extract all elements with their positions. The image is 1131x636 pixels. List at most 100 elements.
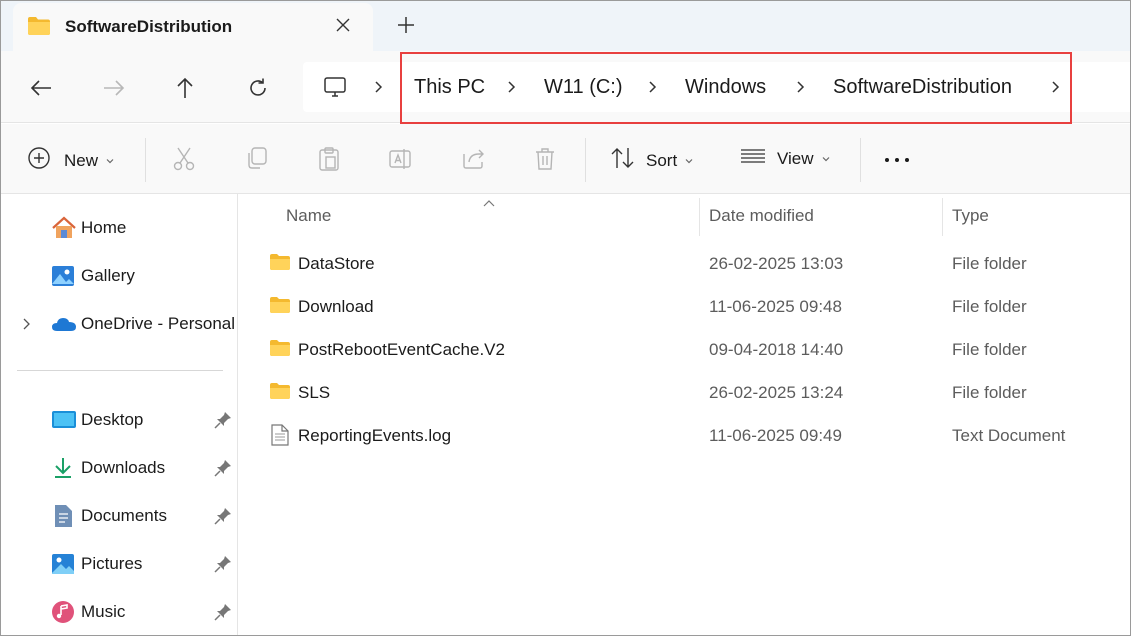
new-tab-icon[interactable] [395,14,417,41]
table-row[interactable]: Download 11-06-2025 09:48 File folder [238,286,1130,329]
sort-button[interactable]: Sort [610,146,694,175]
chevron-down-icon [684,153,694,171]
sidebar-divider [17,370,223,371]
sidebar-item-home[interactable]: Home [1,208,237,248]
close-tab-icon[interactable] [335,17,351,38]
folder-icon [269,338,291,363]
new-button-label: New [64,150,99,170]
folder-icon [27,16,51,41]
table-row[interactable]: ReportingEvents.log 11-06-2025 09:49 Tex… [238,415,1130,458]
gallery-icon [51,264,75,288]
new-button[interactable]: New [27,146,115,175]
toolbar-divider [585,138,586,182]
share-button[interactable] [461,146,487,175]
file-type: File folder [952,254,1027,273]
file-type: File folder [952,383,1027,402]
clipboard-icon [317,146,341,177]
file-name: SLS [298,383,331,402]
sort-button-label: Sort [646,150,678,170]
rename-icon [388,146,414,177]
scissors-icon [172,146,196,177]
file-date: 09-04-2018 14:40 [709,340,844,359]
chevron-right-icon[interactable] [373,77,385,102]
sort-ascending-icon [483,194,495,212]
sidebar-item-label: Home [81,218,127,237]
desktop-icon [51,408,76,432]
sidebar-item-label: OneDrive - Personal [81,314,235,333]
add-circle-icon [27,146,51,175]
more-dots-icon [883,146,911,175]
copy-icon [245,146,269,175]
documents-icon [51,504,75,528]
table-row[interactable]: DataStore 26-02-2025 13:03 File folder [238,243,1130,286]
sidebar-item-label: Gallery [81,266,135,285]
pin-icon[interactable] [214,507,232,530]
onedrive-cloud-icon [51,312,76,336]
cut-button[interactable] [172,146,196,177]
file-name: Download [298,297,374,316]
download-arrow-icon [51,456,75,480]
sidebar-item-pictures[interactable]: Pictures [1,544,237,584]
folder-icon [269,381,291,406]
music-icon [51,600,75,624]
file-type: File folder [952,340,1027,359]
sidebar-item-music[interactable]: Music [1,592,237,632]
chevron-right-icon[interactable] [21,317,31,336]
column-divider[interactable] [699,198,700,236]
sidebar-item-onedrive[interactable]: OneDrive - Personal [1,304,237,344]
sidebar-item-desktop[interactable]: Desktop [1,400,237,440]
view-button-label: View [777,148,814,168]
column-divider[interactable] [942,198,943,236]
chevron-down-icon [821,151,831,169]
home-icon [51,216,76,240]
this-pc-icon[interactable] [323,75,347,104]
sidebar-item-label: Downloads [81,458,166,477]
sidebar-item-label: Documents [81,506,167,525]
file-explorer-window: SoftwareDistribution This PC W11 (C:) Wi… [0,0,1131,636]
table-row[interactable]: SLS 26-02-2025 13:24 File folder [238,372,1130,415]
column-header-type[interactable]: Type [952,206,989,226]
copy-button[interactable] [245,146,269,175]
file-name: ReportingEvents.log [298,426,452,445]
pin-icon[interactable] [214,603,232,626]
view-lines-icon [740,146,766,171]
trash-icon [533,146,557,177]
sidebar-item-downloads[interactable]: Downloads [1,448,237,488]
column-header-date[interactable]: Date modified [709,206,814,226]
share-icon [461,146,487,175]
toolbar-divider [860,138,861,182]
up-arrow-icon[interactable] [172,75,198,101]
file-date: 26-02-2025 13:24 [709,383,844,402]
view-button[interactable]: View [740,146,831,171]
file-date: 26-02-2025 13:03 [709,254,844,273]
more-options-button[interactable] [883,146,911,175]
table-row[interactable]: PostRebootEventCache.V2 09-04-2018 14:40… [238,329,1130,372]
command-bar: New Sort View [1,124,1130,194]
sidebar-item-documents[interactable]: Documents [1,496,237,536]
text-file-icon [269,424,291,451]
sidebar-item-gallery[interactable]: Gallery [1,256,237,296]
sidebar-item-label: Pictures [81,554,143,573]
highlight-annotation-box [400,52,1072,124]
sidebar-item-label: Music [81,602,126,621]
file-list: Name Date modified Type DataStore 26-02-… [238,194,1130,635]
sort-arrows-icon [610,146,636,175]
tab-title: SoftwareDistribution [65,17,233,36]
column-header-name[interactable]: Name [286,206,331,226]
pin-icon[interactable] [214,459,232,482]
paste-button[interactable] [317,146,341,177]
file-name: PostRebootEventCache.V2 [298,340,505,359]
file-type: File folder [952,297,1027,316]
pin-icon[interactable] [214,555,232,578]
back-arrow-icon[interactable] [28,75,54,101]
file-name: DataStore [298,254,375,273]
refresh-icon[interactable] [245,75,271,101]
delete-button[interactable] [533,146,557,177]
file-date: 11-06-2025 09:49 [709,426,842,445]
rename-button[interactable] [388,146,414,177]
title-bar: SoftwareDistribution [1,1,1130,51]
forward-arrow-icon[interactable] [101,75,127,101]
file-type: Text Document [952,426,1066,445]
tab-active[interactable]: SoftwareDistribution [13,3,373,51]
pin-icon[interactable] [214,411,232,434]
